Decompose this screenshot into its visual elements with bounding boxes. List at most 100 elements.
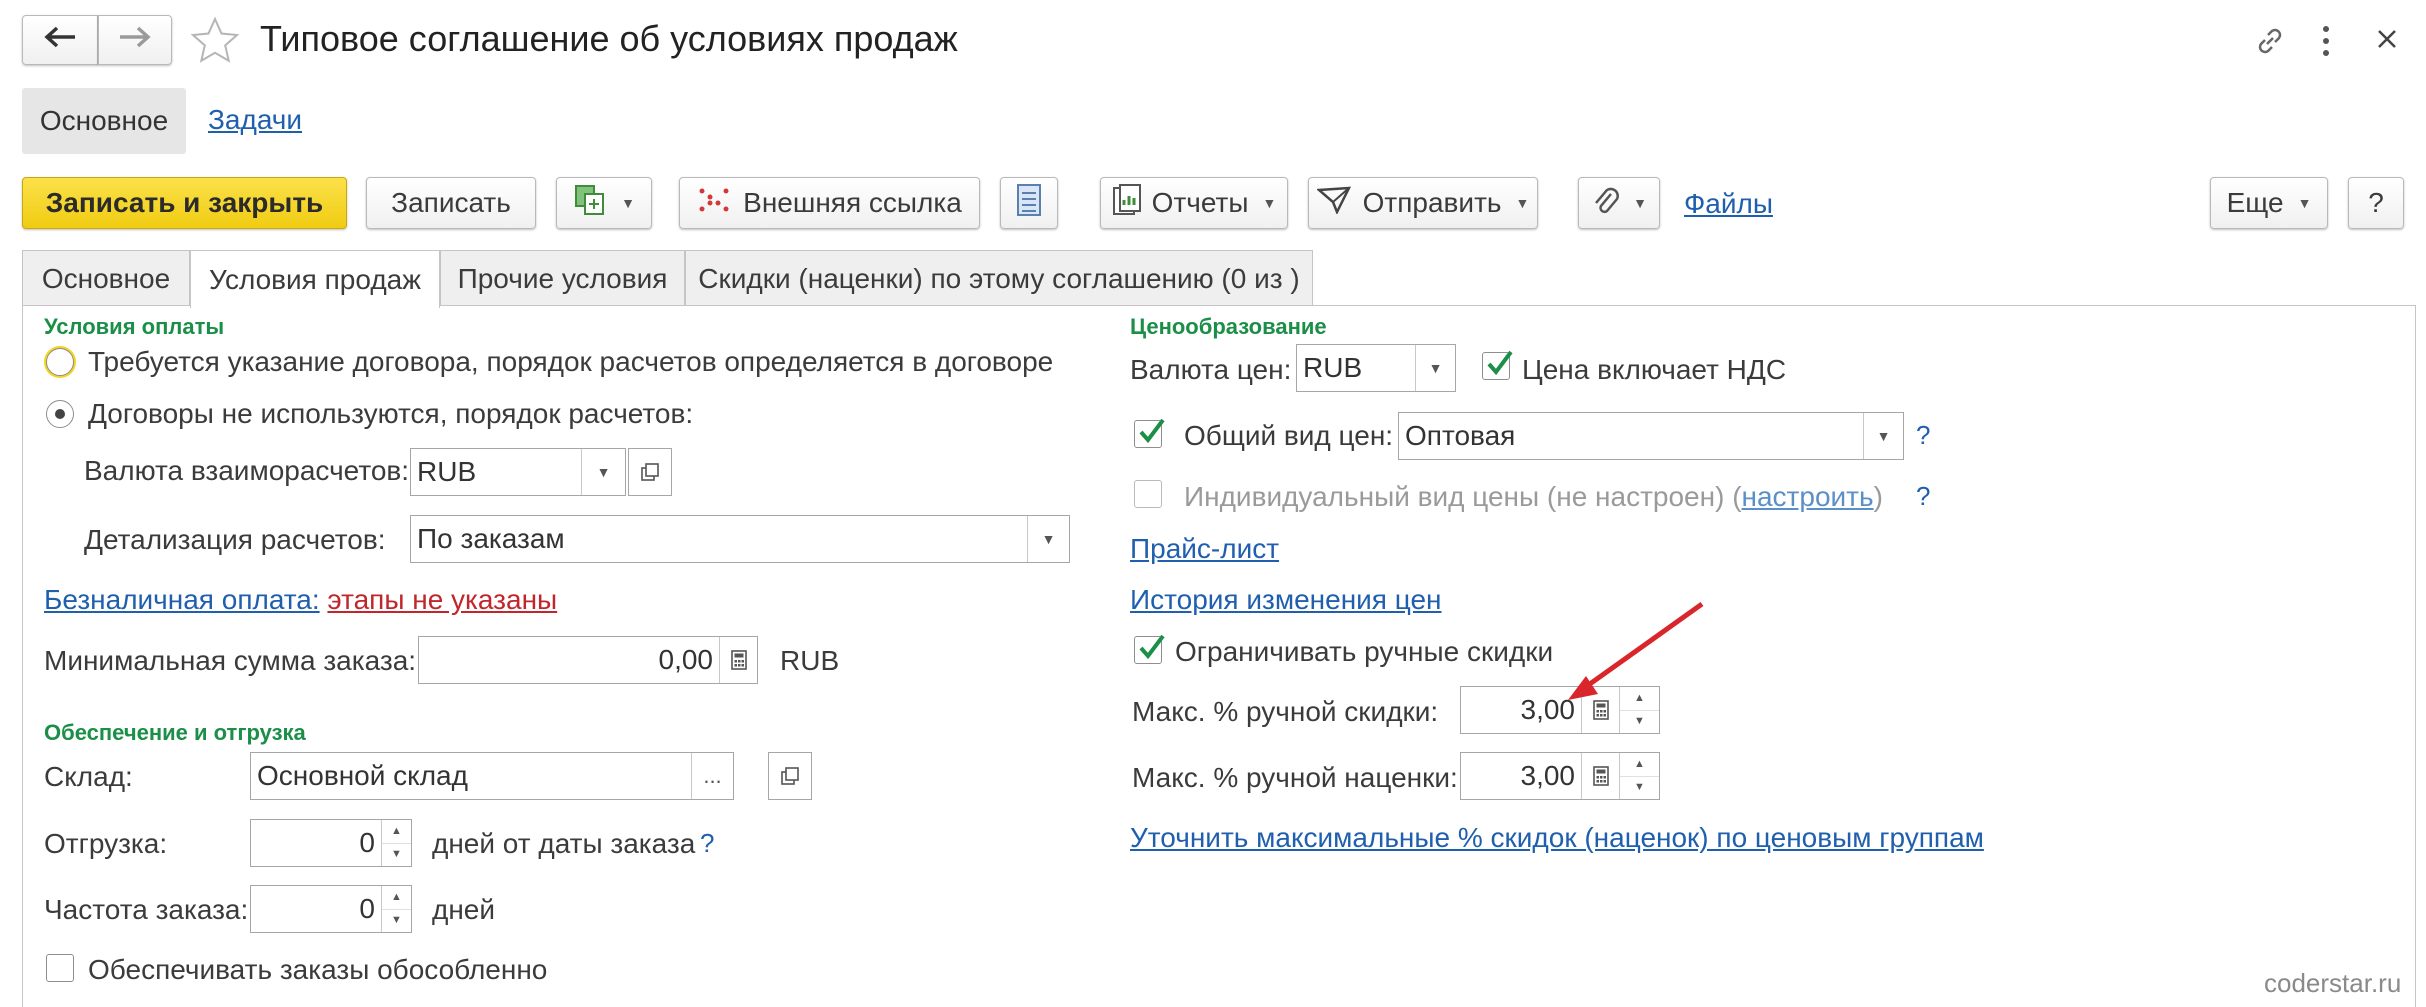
attachment-button[interactable]: ▼ xyxy=(1578,177,1660,229)
shipping-section-title: Обеспечение и отгрузка xyxy=(44,720,306,745)
separate-orders-checkbox[interactable] xyxy=(46,954,74,982)
save-button[interactable]: Записать xyxy=(366,177,536,229)
order-frequency-field[interactable]: 0 ▲ ▼ xyxy=(250,885,412,933)
open-currency-button[interactable] xyxy=(628,448,672,496)
shipment-help[interactable]: ? xyxy=(700,828,714,859)
open-form-icon xyxy=(641,456,659,488)
reports-button[interactable]: Отчеты ▼ xyxy=(1100,177,1288,229)
shipment-days-field[interactable]: 0 ▲ ▼ xyxy=(250,819,412,867)
warehouse-select-button[interactable]: ... xyxy=(691,753,733,799)
tab-discounts[interactable]: Скидки (наценки) по этому соглашению (0 … xyxy=(685,250,1313,306)
separate-orders-label: Обеспечивать заказы обособленно xyxy=(88,954,548,985)
settlement-currency-field[interactable]: RUB ▼ xyxy=(410,448,626,496)
radio-no-contract[interactable] xyxy=(46,400,74,428)
create-based-on-button[interactable]: ▼ xyxy=(556,177,652,229)
individual-price-configure-link[interactable]: настроить xyxy=(1742,481,1874,512)
chevron-down-icon: ▼ xyxy=(1633,195,1647,211)
send-button[interactable]: Отправить ▼ xyxy=(1308,177,1538,229)
shipment-days-stepper[interactable]: ▲ ▼ xyxy=(381,820,411,866)
min-order-sum-field[interactable]: 0,00 xyxy=(418,636,758,684)
help-button[interactable]: ? xyxy=(2348,177,2404,229)
tab-other-terms-label: Прочие условия xyxy=(457,262,668,294)
chevron-up-icon[interactable]: ▲ xyxy=(382,820,411,843)
settlement-currency-label: Валюта взаиморасчетов: xyxy=(84,455,410,486)
shipment-label: Отгрузка: xyxy=(44,828,168,859)
nav-tab-main[interactable]: Основное xyxy=(22,88,186,154)
link-icon[interactable] xyxy=(2253,24,2287,63)
order-frequency-stepper[interactable]: ▲ ▼ xyxy=(381,886,411,932)
external-link-button[interactable]: Внешняя ссылка xyxy=(679,177,980,229)
individual-price-row: Индивидуальный вид цены (не настроен) (н… xyxy=(1184,481,1883,513)
chevron-down-icon[interactable]: ▼ xyxy=(1620,709,1659,734)
max-markup-value: 3,00 xyxy=(1520,760,1576,791)
chevron-down-icon[interactable]: ▼ xyxy=(1415,345,1455,391)
radio-contract-required[interactable] xyxy=(46,348,74,376)
chevron-up-icon[interactable]: ▲ xyxy=(382,886,411,909)
vat-included-label: Цена включает НДС xyxy=(1522,354,1787,385)
reports-label: Отчеты xyxy=(1151,187,1249,218)
tab-discounts-label: Скидки (наценки) по этому соглашению (0 … xyxy=(698,262,1300,294)
nav-tab-tasks[interactable]: Задачи xyxy=(208,104,302,136)
paperclip-icon xyxy=(1591,184,1619,223)
chevron-down-icon[interactable]: ▼ xyxy=(581,449,625,495)
settlement-detail-field[interactable]: По заказам ▼ xyxy=(410,515,1070,563)
chevron-down-icon[interactable]: ▼ xyxy=(1620,775,1659,800)
pricing-section-title: Ценообразование xyxy=(1130,314,1327,339)
send-icon xyxy=(1315,186,1351,221)
price-currency-field[interactable]: RUB ▼ xyxy=(1296,344,1456,392)
save-close-label: Записать и закрыть xyxy=(45,187,324,218)
document-list-button[interactable] xyxy=(1000,177,1058,229)
external-link-label: Внешняя ссылка xyxy=(743,187,962,218)
external-link-icon xyxy=(697,183,731,224)
document-list-icon xyxy=(1016,183,1042,224)
price-list-link[interactable]: Прайс-лист xyxy=(1130,533,1279,565)
forward-button[interactable] xyxy=(98,15,172,65)
max-markup-field[interactable]: 3,00 ▲ ▼ xyxy=(1460,752,1660,800)
limit-manual-discount-label: Ограничивать ручные скидки xyxy=(1175,636,1554,667)
tab-main[interactable]: Основное xyxy=(22,250,190,306)
common-price-help[interactable]: ? xyxy=(1916,420,1930,451)
chevron-down-icon[interactable]: ▼ xyxy=(382,908,411,933)
chevron-down-icon[interactable]: ▼ xyxy=(382,842,411,867)
arrow-right-icon xyxy=(118,24,152,56)
chevron-up-icon[interactable]: ▲ xyxy=(1620,753,1659,776)
save-label: Записать xyxy=(391,187,511,218)
send-label: Отправить xyxy=(1362,187,1502,218)
calculator-icon[interactable] xyxy=(719,637,757,683)
chevron-down-icon: ▼ xyxy=(1262,195,1277,211)
price-history-link[interactable]: История изменения цен xyxy=(1130,584,1442,616)
more-button[interactable]: Еще ▼ xyxy=(2210,177,2328,229)
files-link[interactable]: Файлы xyxy=(1684,188,1773,220)
close-icon[interactable] xyxy=(2376,28,2398,55)
common-price-field[interactable]: Оптовая ▼ xyxy=(1398,412,1904,460)
max-markup-stepper[interactable]: ▲ ▼ xyxy=(1619,753,1659,799)
help-label: ? xyxy=(2368,187,2384,218)
reports-icon xyxy=(1112,183,1142,224)
open-warehouse-button[interactable] xyxy=(768,752,812,800)
chevron-down-icon[interactable]: ▼ xyxy=(1027,516,1069,562)
warehouse-label: Склад: xyxy=(44,761,133,792)
cashless-payment-status[interactable]: этапы не указаны xyxy=(327,584,557,615)
calculator-icon[interactable] xyxy=(1581,753,1619,799)
favorite-star-icon[interactable] xyxy=(190,16,240,69)
individual-price-checkbox[interactable] xyxy=(1134,480,1162,508)
chevron-down-icon: ▼ xyxy=(1515,195,1530,211)
common-price-checkbox[interactable] xyxy=(1134,418,1165,448)
more-vertical-icon[interactable] xyxy=(2320,24,2332,63)
save-close-button[interactable]: Записать и закрыть xyxy=(22,177,347,229)
nav-tab-main-label: Основное xyxy=(39,105,169,136)
tab-other-terms[interactable]: Прочие условия xyxy=(440,250,685,306)
refine-max-discounts-link[interactable]: Уточнить максимальные % скидок (наценок)… xyxy=(1130,822,1984,854)
chevron-down-icon[interactable]: ▼ xyxy=(1863,413,1903,459)
tab-sales-terms[interactable]: Условия продаж xyxy=(190,250,440,308)
back-button[interactable] xyxy=(22,15,98,65)
warehouse-field[interactable]: Основной склад ... xyxy=(250,752,734,800)
order-frequency-value: 0 xyxy=(359,893,375,924)
max-discount-label: Макс. % ручной скидки: xyxy=(1132,696,1439,727)
limit-manual-discount-checkbox[interactable] xyxy=(1134,634,1165,664)
shipment-suffix: дней от даты заказа xyxy=(432,828,696,859)
individual-price-help[interactable]: ? xyxy=(1916,481,1930,512)
cashless-payment-link[interactable]: Безналичная оплата: xyxy=(44,584,320,615)
vat-included-checkbox[interactable] xyxy=(1482,350,1513,380)
min-order-sum-value: 0,00 xyxy=(658,644,714,675)
